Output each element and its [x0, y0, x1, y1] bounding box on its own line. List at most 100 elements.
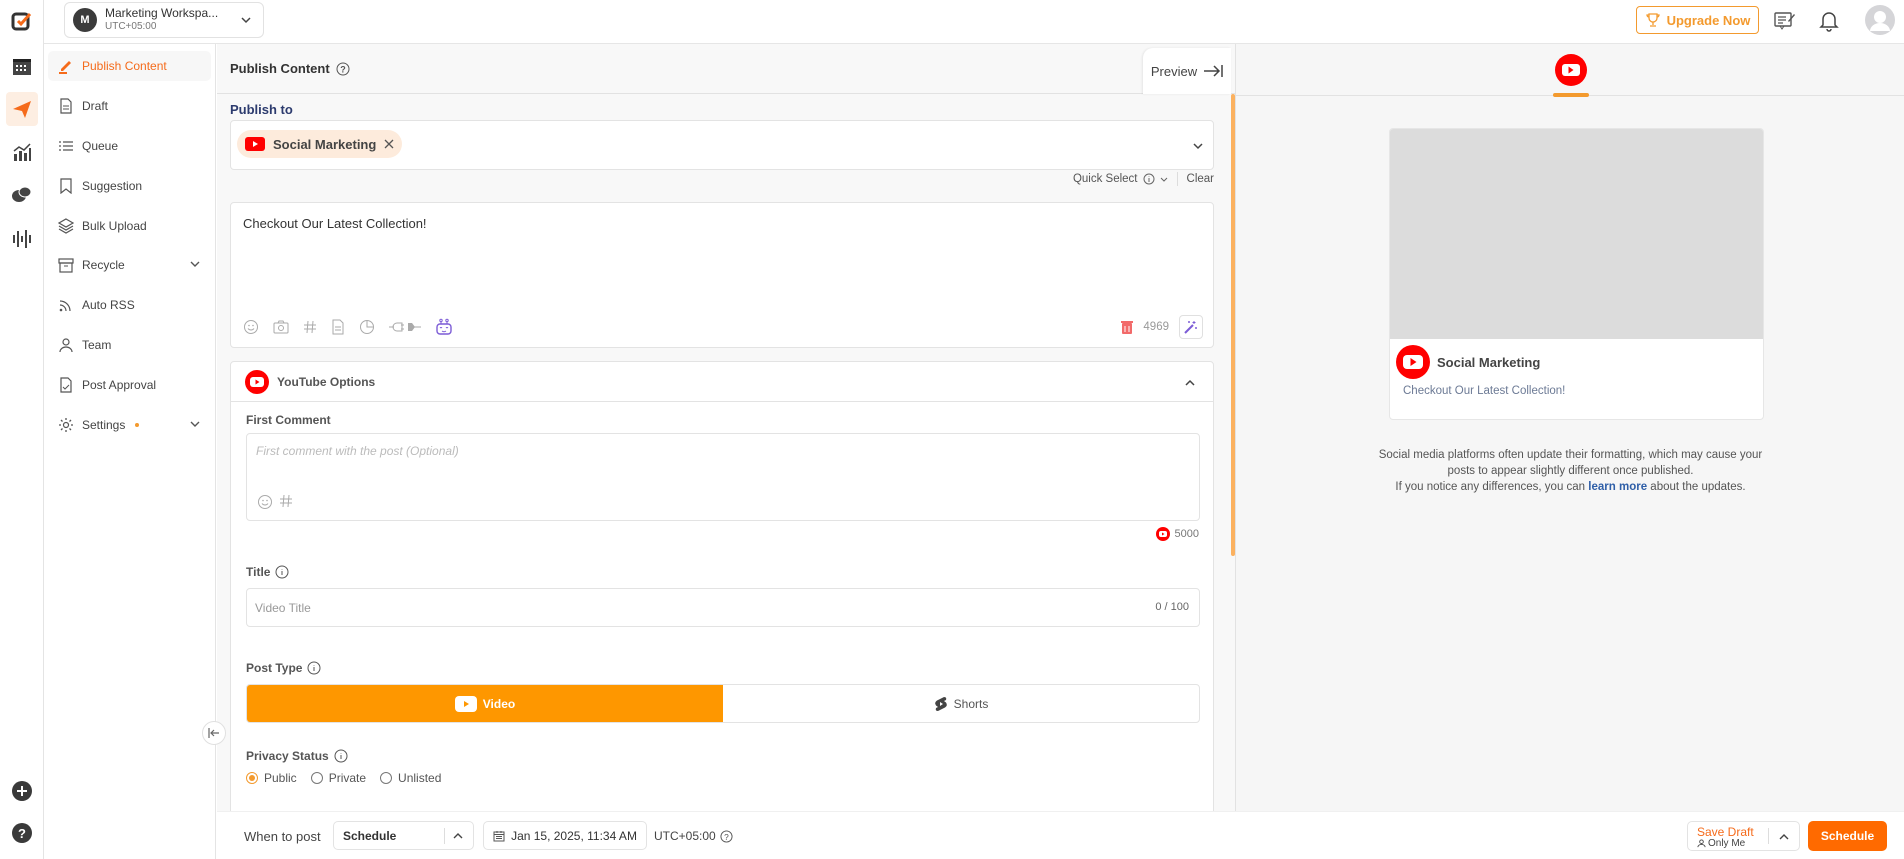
post-editor[interactable]: Checkout Our Latest Collection! 4969	[230, 202, 1214, 348]
when-to-post-value: Schedule	[343, 828, 397, 843]
feedback-icon[interactable]	[1774, 11, 1796, 31]
visibility-value: Only Me	[1708, 838, 1746, 849]
disclaimer-line-2: posts to appear slightly different once …	[1447, 465, 1694, 477]
chevron-up-icon[interactable]	[1778, 832, 1790, 842]
sidebar-item-label: Post Approval	[82, 378, 157, 392]
magic-wand-button[interactable]	[1179, 315, 1203, 339]
hashtag-icon[interactable]	[303, 320, 317, 334]
quick-select-button[interactable]: Quick Select	[1073, 173, 1138, 185]
shorts-icon	[934, 696, 948, 712]
emoji-icon[interactable]	[257, 494, 273, 510]
account-selector[interactable]: Social Marketing	[230, 120, 1214, 170]
schedule-button[interactable]: Schedule	[1808, 821, 1887, 851]
preview-account-name: Social Marketing	[1437, 354, 1541, 370]
document-icon[interactable]	[331, 319, 345, 335]
chevron-down-icon[interactable]	[1160, 175, 1168, 183]
workspace-selector[interactable]: M Marketing Workspa... UTC+05:00	[64, 2, 264, 38]
youtube-options-header[interactable]: YouTube Options	[231, 362, 1213, 402]
app-logo-icon[interactable]	[6, 5, 38, 37]
help-icon[interactable]: ?	[6, 817, 38, 849]
first-comment-placeholder: First comment with the post (Optional)	[256, 444, 459, 458]
remove-account-icon[interactable]	[384, 139, 394, 149]
info-icon[interactable]	[334, 749, 348, 763]
chevron-up-icon	[452, 831, 464, 841]
help-circle-icon[interactable]: ?	[336, 62, 350, 76]
video-title-input[interactable]: Video Title 0 / 100	[246, 588, 1200, 627]
sidebar-item-bulk-upload[interactable]: Bulk Upload	[48, 211, 211, 241]
preview-tab-youtube[interactable]	[1552, 54, 1590, 97]
sidebar-item-queue[interactable]: Queue	[48, 131, 211, 161]
user-avatar[interactable]	[1865, 5, 1895, 35]
schedule-datetime-picker[interactable]: Jan 15, 2025, 11:34 AM	[483, 821, 647, 850]
post-text[interactable]: Checkout Our Latest Collection!	[243, 216, 427, 231]
sidebar-item-team[interactable]: Team	[48, 330, 211, 360]
list-icon	[58, 138, 74, 154]
trash-icon[interactable]	[1121, 320, 1134, 334]
help-circle-icon[interactable]: ?	[720, 829, 733, 843]
emoji-icon[interactable]	[243, 319, 259, 335]
learn-more-link[interactable]: learn more	[1588, 481, 1647, 493]
hashtag-icon[interactable]	[279, 494, 293, 510]
top-bar: M Marketing Workspa... UTC+05:00 Upgrade…	[44, 0, 1904, 44]
analytics-icon[interactable]	[6, 136, 38, 168]
sidebar-item-recycle[interactable]: Recycle	[48, 250, 211, 280]
save-draft-button[interactable]: Save Draft Only Me	[1687, 821, 1800, 851]
chevron-up-icon[interactable]	[1183, 376, 1197, 390]
post-type-toggle: Video Shorts	[246, 684, 1200, 723]
publish-to-label: Publish to	[230, 102, 293, 117]
account-name: Social Marketing	[273, 136, 377, 152]
title-label: Title	[246, 565, 289, 579]
first-comment-input[interactable]: First comment with the post (Optional)	[246, 433, 1200, 521]
title-char-count: 0 / 100	[1155, 601, 1189, 613]
chevron-down-icon[interactable]	[1191, 139, 1205, 153]
archive-icon	[58, 257, 74, 273]
privacy-public-radio[interactable]: Public	[246, 771, 297, 785]
privacy-status-label-text: Privacy Status	[246, 749, 329, 763]
user-icon	[1697, 839, 1706, 848]
page-title: Publish Content	[230, 61, 330, 76]
active-tab-indicator	[1553, 93, 1589, 97]
when-to-post-select[interactable]: Schedule	[333, 821, 474, 850]
preview-toggle-button[interactable]: Preview	[1143, 48, 1231, 94]
send-icon[interactable]	[6, 92, 38, 126]
post-type-shorts-button[interactable]: Shorts	[723, 685, 1199, 722]
arrow-right-to-line-icon	[1203, 65, 1223, 77]
svg-text:?: ?	[340, 64, 346, 74]
youtube-icon	[245, 369, 269, 394]
sidebar-item-suggestion[interactable]: Suggestion	[48, 171, 211, 201]
quick-select-bar: Quick Select Clear	[1073, 172, 1214, 186]
plug-icon[interactable]	[389, 321, 421, 333]
privacy-unlisted-radio[interactable]: Unlisted	[380, 771, 441, 785]
add-icon[interactable]	[6, 775, 38, 807]
chat-icon[interactable]	[6, 179, 38, 211]
youtube-options-title: YouTube Options	[277, 374, 376, 389]
ai-bot-icon[interactable]	[435, 318, 453, 336]
sidebar-item-post-approval[interactable]: Post Approval	[48, 370, 211, 400]
editor-actions: 4969	[1121, 315, 1203, 339]
post-type-video-button[interactable]: Video	[247, 685, 723, 722]
preview-disclaimer: Social media platforms often update thei…	[1236, 447, 1904, 495]
sidebar-item-label: Bulk Upload	[82, 219, 147, 233]
workspace-avatar: M	[73, 8, 97, 32]
info-icon[interactable]	[307, 661, 321, 675]
camera-icon[interactable]	[273, 319, 289, 335]
sidebar-item-publish-content[interactable]: Publish Content	[48, 51, 211, 81]
youtube-options-section: YouTube Options First Comment First comm…	[230, 361, 1214, 811]
upgrade-now-button[interactable]: Upgrade Now	[1636, 6, 1759, 34]
sidebar-item-draft[interactable]: Draft	[48, 91, 211, 121]
info-icon[interactable]	[275, 565, 289, 579]
preview-header	[1236, 44, 1904, 97]
calendar-icon[interactable]	[6, 50, 38, 82]
sidebar-item-label: Recycle	[82, 258, 125, 272]
pencil-icon	[58, 58, 74, 74]
sidebar-item-settings[interactable]: Settings	[48, 410, 211, 440]
audio-wave-icon[interactable]	[6, 222, 38, 254]
bell-icon[interactable]	[1819, 10, 1839, 32]
clock-pie-icon[interactable]	[359, 319, 375, 335]
sidebar-item-auto-rss[interactable]: Auto RSS	[48, 290, 211, 320]
privacy-private-radio[interactable]: Private	[310, 771, 366, 785]
collapse-sidebar-button[interactable]	[202, 721, 226, 745]
chevron-down-icon	[189, 418, 201, 430]
post-type-label: Post Type	[246, 661, 321, 675]
clear-button[interactable]: Clear	[1187, 173, 1214, 185]
